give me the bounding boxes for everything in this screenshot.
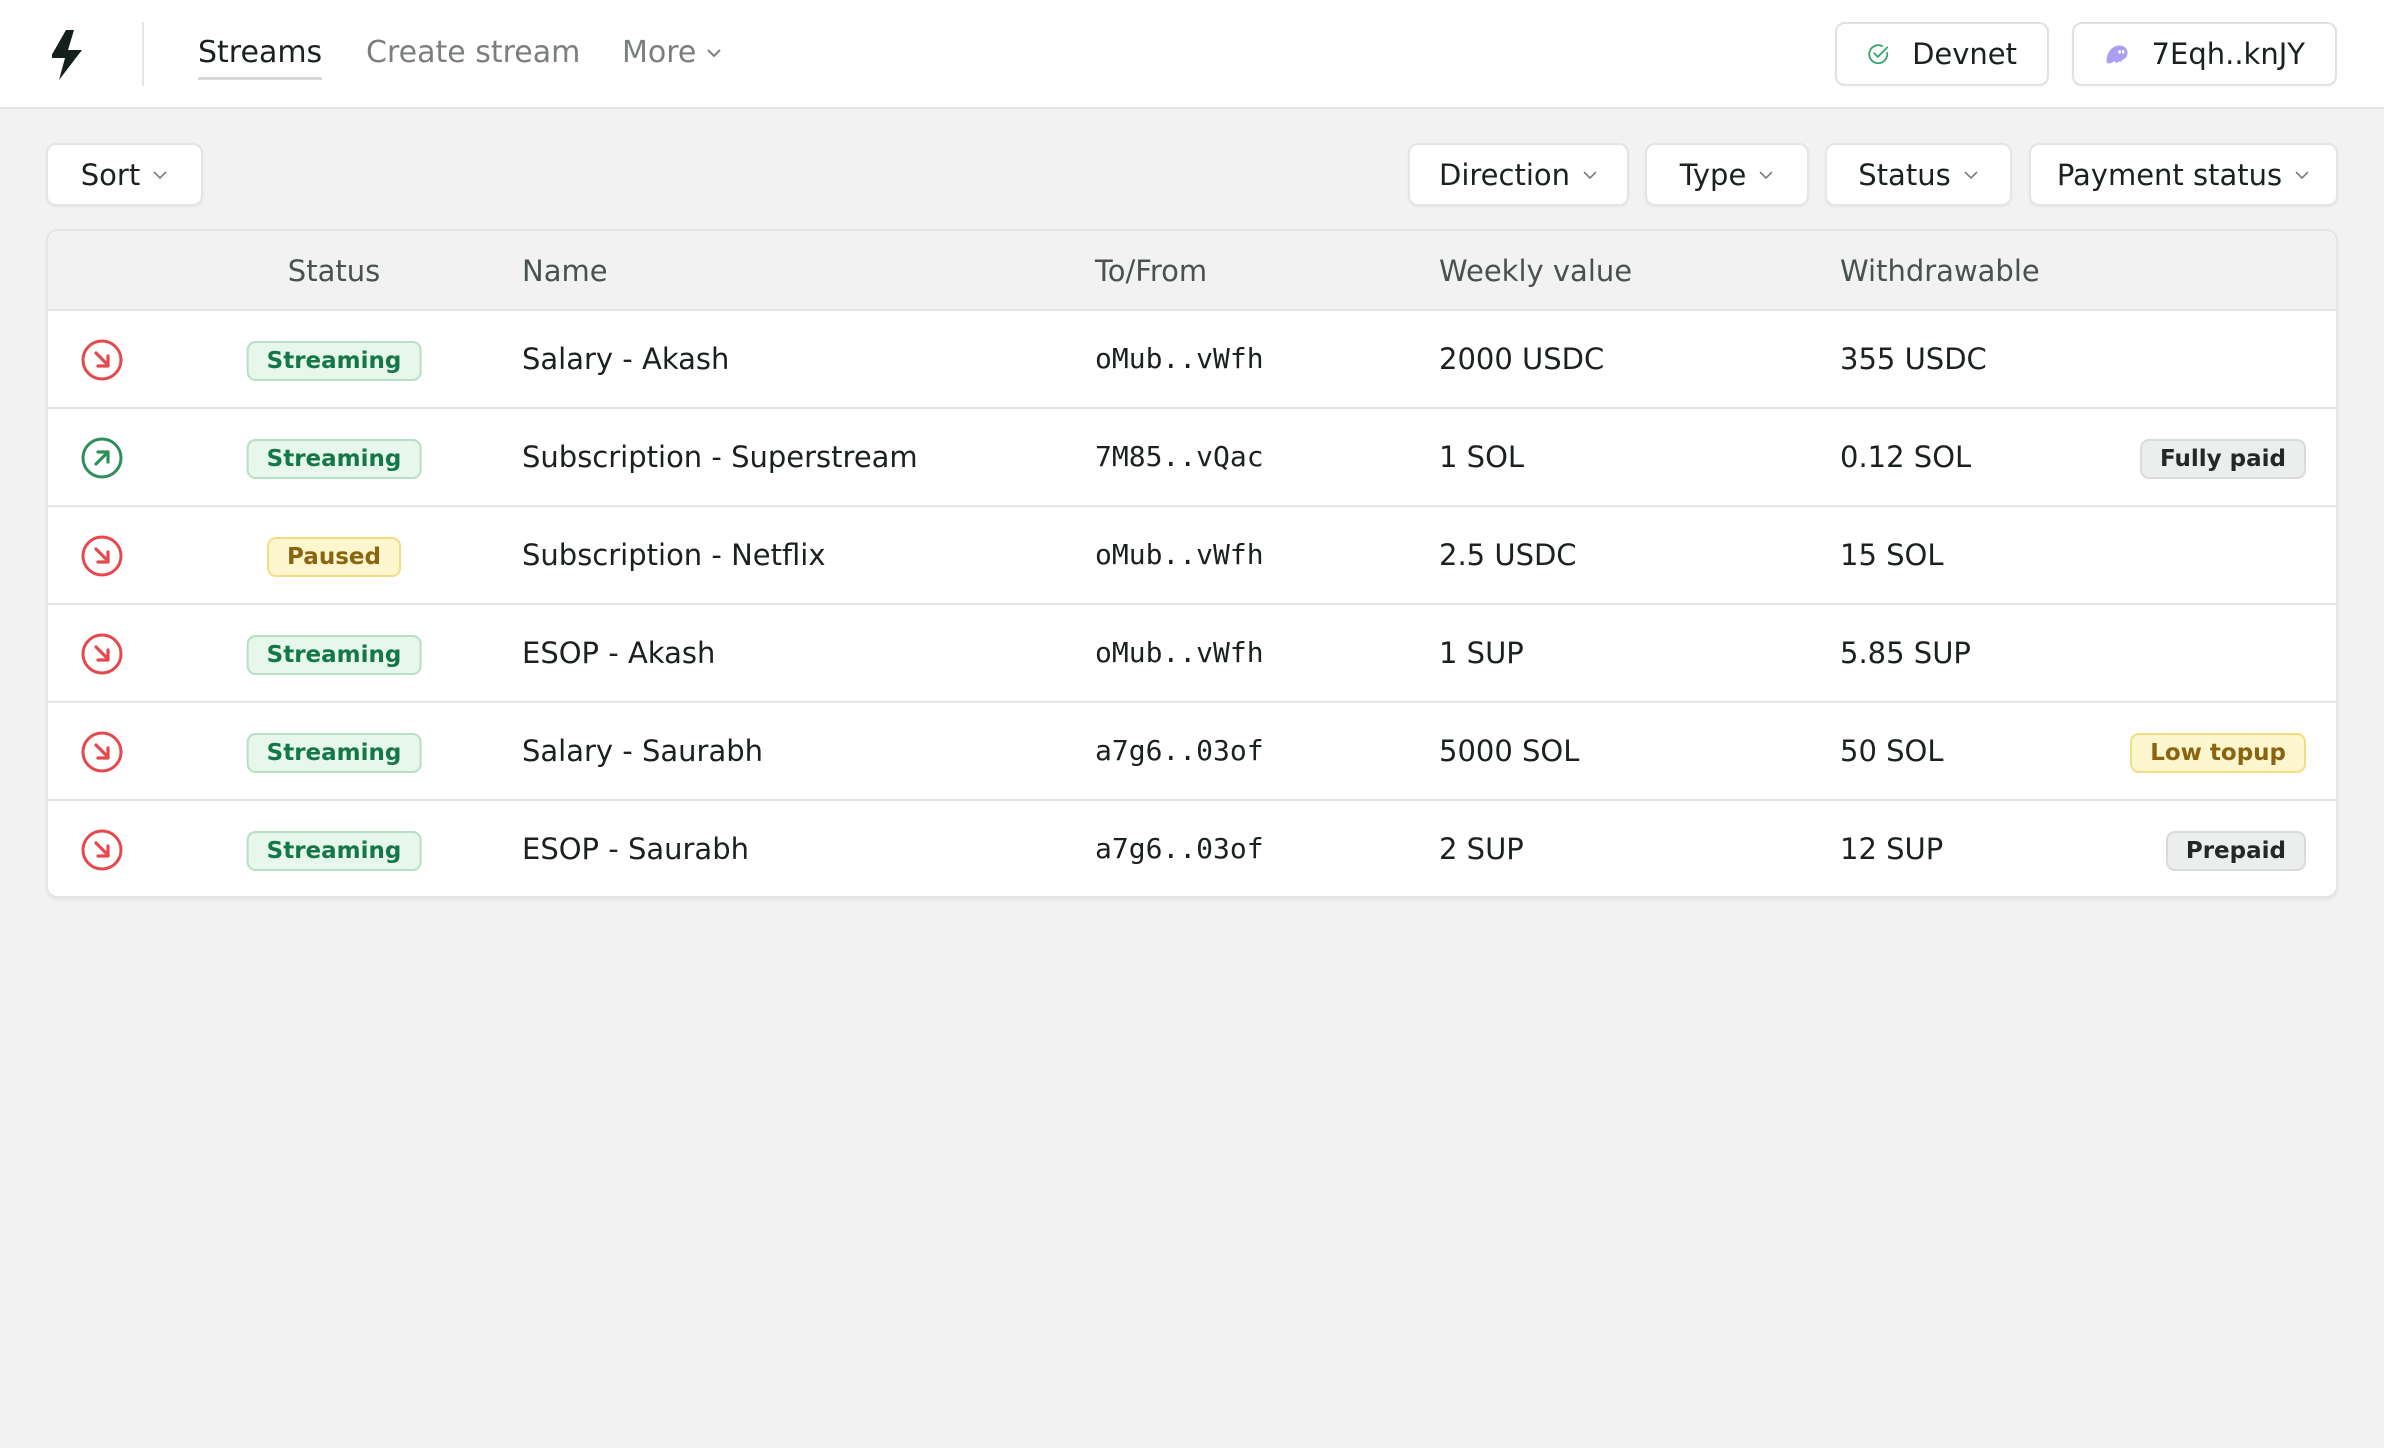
column-header-withdrawable[interactable]: Withdrawable bbox=[1840, 251, 2040, 291]
stream-weekly-value: 2 SUP bbox=[1439, 832, 1524, 866]
wallet-button[interactable]: 7Eqh..knJY bbox=[2072, 22, 2337, 86]
stream-weekly-value: 2000 USDC bbox=[1439, 342, 1605, 376]
arrow-down-right-circle-icon bbox=[81, 339, 123, 381]
arrow-down-right-circle-icon bbox=[81, 829, 123, 871]
table-header: Status Name To/From Weekly value Withdra… bbox=[48, 231, 2336, 311]
type-filter-dropdown[interactable]: Type bbox=[1645, 143, 1809, 206]
stream-counterparty-address: a7g6..03of bbox=[1095, 734, 1264, 767]
payment-status-filter-dropdown[interactable]: Payment status bbox=[2029, 143, 2338, 206]
table-row[interactable]: Streaming ESOP - Akash oMub..vWfh 1 SUP 5.85… bbox=[48, 605, 2336, 703]
chevron-down-icon bbox=[707, 49, 722, 58]
stream-counterparty-address: 7M85..vQac bbox=[1095, 440, 1264, 473]
column-header-status[interactable]: Status bbox=[288, 251, 380, 291]
stream-counterparty-address: a7g6..03of bbox=[1095, 832, 1264, 865]
type-filter-label: Type bbox=[1679, 157, 1747, 192]
network-label: Devnet bbox=[1912, 37, 2017, 71]
stream-name: Salary - Akash bbox=[522, 342, 730, 376]
sort-label: Sort bbox=[80, 157, 141, 192]
stream-weekly-value: 1 SOL bbox=[1439, 440, 1525, 474]
chevron-down-icon bbox=[2295, 170, 2309, 179]
status-badge: Streaming bbox=[246, 733, 422, 773]
status-filter-label: Status bbox=[1858, 157, 1951, 192]
arrow-down-right-circle-icon bbox=[81, 633, 123, 675]
stream-withdrawable: 5.85 SUP bbox=[1840, 636, 1971, 670]
stream-weekly-value: 1 SUP bbox=[1439, 636, 1524, 670]
payment-status-filter-label: Payment status bbox=[2056, 157, 2283, 192]
status-badge: Paused bbox=[267, 537, 401, 577]
nav-tab-streams[interactable]: Streams bbox=[198, 32, 323, 80]
stream-weekly-value: 5000 SOL bbox=[1439, 734, 1580, 768]
arrow-up-right-circle-icon bbox=[81, 437, 123, 479]
table-row[interactable]: Streaming Salary - Saurabh a7g6..03of 5000 … bbox=[48, 703, 2336, 801]
payment-status-badge: Fully paid bbox=[2139, 439, 2306, 479]
lightning-logo-icon[interactable] bbox=[52, 30, 88, 80]
stream-name: Salary - Saurabh bbox=[522, 734, 764, 768]
chevron-down-icon bbox=[153, 170, 167, 179]
stream-name: Subscription - Superstream bbox=[522, 440, 918, 474]
stream-withdrawable: 0.12 SOL bbox=[1840, 440, 1972, 474]
sort-dropdown[interactable]: Sort bbox=[46, 143, 203, 206]
direction-filter-dropdown[interactable]: Direction bbox=[1408, 143, 1629, 206]
stream-withdrawable: 355 USDC bbox=[1840, 342, 1987, 376]
stream-name: Subscription - Netflix bbox=[522, 538, 826, 572]
stream-withdrawable: 15 SOL bbox=[1840, 538, 1944, 572]
wallet-address-label: 7Eqh..knJY bbox=[2151, 37, 2305, 71]
payment-status-badge: Prepaid bbox=[2165, 831, 2306, 871]
stream-counterparty-address: oMub..vWfh bbox=[1095, 342, 1264, 375]
chevron-down-icon bbox=[1583, 170, 1597, 179]
status-badge: Streaming bbox=[246, 439, 422, 479]
nav-divider bbox=[142, 22, 144, 86]
top-navigation-bar: Streams Create stream More Devnet 7Eqh..… bbox=[0, 0, 2384, 109]
column-header-to-from[interactable]: To/From bbox=[1095, 251, 1207, 291]
streams-table: Status Name To/From Weekly value Withdra… bbox=[46, 229, 2338, 898]
stream-name: ESOP - Saurabh bbox=[522, 832, 749, 866]
status-badge: Streaming bbox=[246, 831, 422, 871]
payment-status-badge: Low topup bbox=[2130, 733, 2306, 773]
status-badge: Streaming bbox=[246, 635, 422, 675]
table-row[interactable]: Streaming ESOP - Saurabh a7g6..03of 2 SUP 12… bbox=[48, 801, 2336, 896]
phantom-ghost-icon bbox=[2106, 45, 2128, 64]
stream-counterparty-address: oMub..vWfh bbox=[1095, 636, 1264, 669]
table-row[interactable]: Paused Subscription - Netflix oMub..vWfh 2.… bbox=[48, 507, 2336, 605]
network-selector-button[interactable]: Devnet bbox=[1835, 22, 2049, 86]
stream-name: ESOP - Akash bbox=[522, 636, 716, 670]
chevron-down-icon bbox=[1759, 170, 1773, 179]
status-filter-dropdown[interactable]: Status bbox=[1825, 143, 2012, 206]
column-header-weekly-value[interactable]: Weekly value bbox=[1439, 251, 1632, 291]
nav-more-label: More bbox=[622, 35, 697, 70]
status-badge: Streaming bbox=[246, 341, 422, 381]
check-circle-icon bbox=[1868, 44, 1889, 65]
stream-withdrawable: 12 SUP bbox=[1840, 832, 1944, 866]
chevron-down-icon bbox=[1964, 170, 1978, 179]
nav-tab-create-stream[interactable]: Create stream bbox=[366, 32, 580, 74]
stream-withdrawable: 50 SOL bbox=[1840, 734, 1944, 768]
column-header-name[interactable]: Name bbox=[522, 251, 608, 291]
arrow-down-right-circle-icon bbox=[81, 731, 123, 773]
table-row[interactable]: Streaming Subscription - Superstream 7M85.… bbox=[48, 409, 2336, 507]
table-row[interactable]: Streaming Salary - Akash oMub..vWfh 2000 US… bbox=[48, 311, 2336, 409]
stream-weekly-value: 2.5 USDC bbox=[1439, 538, 1577, 572]
nav-more-dropdown[interactable]: More bbox=[622, 32, 722, 74]
arrow-down-right-circle-icon bbox=[81, 535, 123, 577]
direction-filter-label: Direction bbox=[1438, 157, 1570, 192]
stream-counterparty-address: oMub..vWfh bbox=[1095, 538, 1264, 571]
